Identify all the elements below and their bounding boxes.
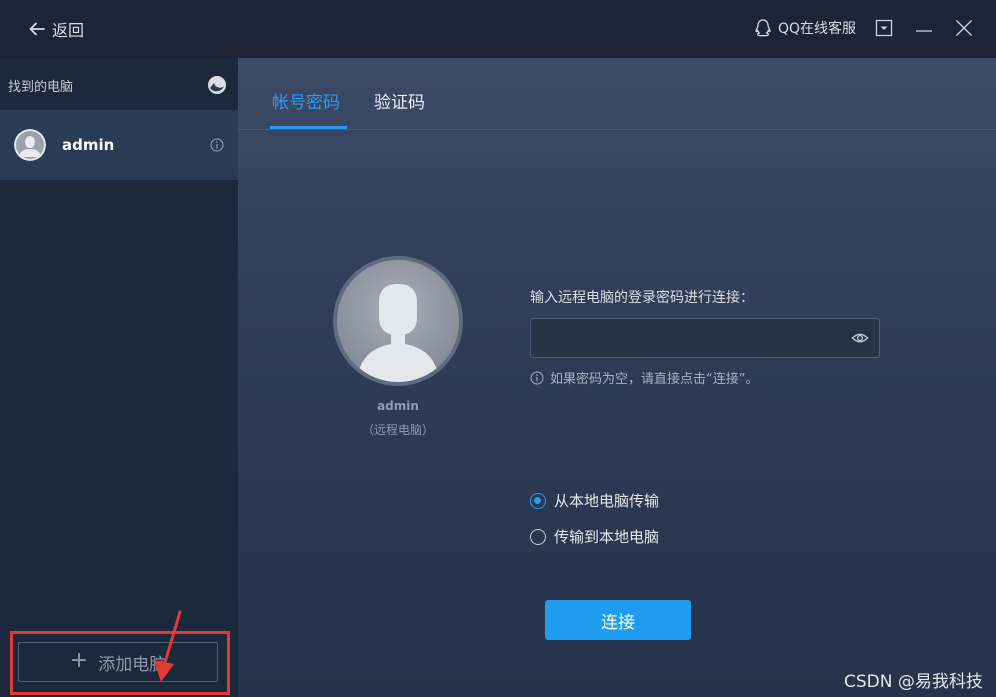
computer-list-item[interactable]: admin	[0, 110, 238, 180]
password-field[interactable]	[530, 318, 880, 358]
computer-name: admin	[62, 136, 115, 154]
qq-support-button[interactable]: QQ在线客服	[754, 18, 856, 38]
found-computers-header: 找到的电脑	[0, 58, 238, 110]
qq-icon	[755, 19, 771, 37]
info-icon[interactable]	[210, 138, 224, 152]
radio-transfer-from-local[interactable]: 从本地电脑传输	[530, 490, 659, 511]
password-prompt: 输入远程电脑的登录密码进行连接：	[530, 290, 754, 306]
annotation-arrow-icon	[154, 610, 182, 682]
close-button[interactable]	[953, 17, 975, 39]
back-label: 返回	[52, 21, 85, 40]
tab-account-password[interactable]: 帐号密码	[272, 88, 340, 113]
password-hint: 如果密码为空，请直接点击“连接”。	[530, 368, 758, 387]
found-computers-label: 找到的电脑	[8, 80, 74, 95]
minimize-button[interactable]	[913, 17, 935, 39]
radio-transfer-to-local[interactable]: 传输到本地电脑	[530, 526, 659, 547]
avatar-icon	[14, 129, 46, 161]
sidebar: 找到的电脑 admin + 添加电脑	[0, 58, 238, 697]
refresh-icon[interactable]	[206, 74, 228, 96]
tab-verification-code[interactable]: 验证码	[374, 88, 425, 113]
password-hint-text: 如果密码为空，请直接点击“连接”。	[550, 372, 759, 387]
remote-avatar-icon	[333, 256, 463, 386]
active-tab-indicator	[270, 126, 347, 129]
qq-support-label: QQ在线客服	[778, 21, 857, 37]
back-arrow-icon	[29, 22, 45, 36]
close-icon	[956, 20, 972, 36]
plus-icon: +	[69, 648, 89, 673]
main-panel: 帐号密码 验证码 admin （远程电脑） 输入远程电脑的登录密码进行连接： 如…	[238, 58, 996, 697]
tab-bar: 帐号密码 验证码	[238, 58, 996, 130]
connect-button[interactable]: 连接	[545, 600, 691, 640]
watermark: CSDN @易我科技	[844, 672, 983, 692]
radio-indicator-unchecked[interactable]	[530, 528, 546, 545]
eye-icon[interactable]	[851, 330, 869, 346]
radio-label: 从本地电脑传输	[554, 492, 660, 510]
remote-computer-name: admin	[377, 399, 419, 413]
radio-label: 传输到本地电脑	[554, 528, 660, 546]
password-input[interactable]	[531, 319, 841, 357]
radio-indicator-checked[interactable]	[530, 492, 546, 509]
add-computer-button[interactable]: + 添加电脑	[18, 642, 218, 682]
dropdown-menu-icon	[875, 19, 893, 37]
dropdown-menu-button[interactable]	[873, 17, 895, 39]
info-icon	[530, 371, 544, 384]
title-bar: 返回 QQ在线客服	[0, 0, 996, 58]
minimize-icon	[916, 30, 932, 32]
back-button[interactable]: 返回	[28, 17, 84, 41]
remote-computer-subtitle: （远程电脑）	[361, 423, 434, 437]
